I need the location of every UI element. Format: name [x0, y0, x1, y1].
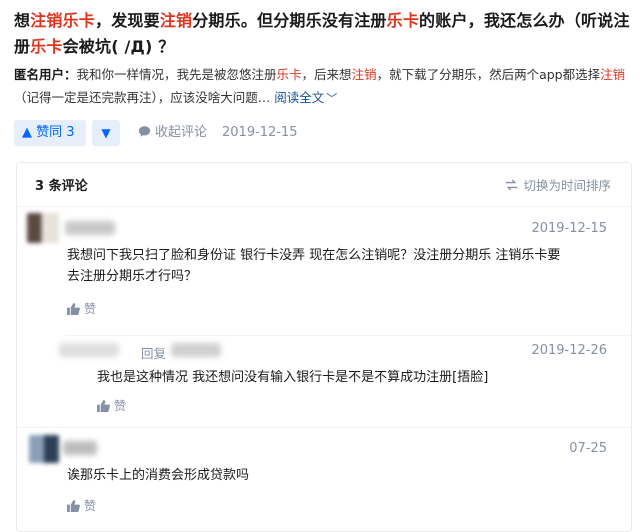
read-more-label: 阅读全文: [274, 90, 325, 105]
answer-author: 匿名用户：: [14, 67, 77, 82]
vote-down-button[interactable]: ▼: [92, 120, 120, 146]
like-button[interactable]: 赞: [97, 397, 126, 414]
thumbs-up-icon: [97, 400, 110, 412]
comment-date: 2019-12-15: [531, 221, 607, 236]
excerpt-part: 我和你一样情况，我先是被忽悠注册: [76, 67, 277, 82]
sort-toggle-button[interactable]: 切换为时间排序: [505, 175, 611, 194]
title-part-highlight: 注销: [159, 11, 193, 30]
comments-count: 3 条评论: [35, 179, 88, 194]
question-title[interactable]: 想注销乐卡，发现要注销分期乐。但分期乐没有注册乐卡的账户，我还怎么办（听说注册乐…: [14, 8, 632, 60]
divider: [17, 427, 631, 428]
comment-text: 我想问下我只扫了脸和身份证 银行卡没弄 现在怎么注销呢？没注册分期乐 注销乐卡要…: [67, 245, 617, 287]
comment-date: 2019-12-26: [531, 343, 607, 358]
avatar[interactable]: [29, 435, 59, 463]
excerpt-part: ，后来想: [301, 67, 352, 82]
username-redacted[interactable]: [63, 441, 97, 455]
comment-text: 诶那乐卡上的消费会形成贷款吗: [67, 468, 250, 483]
excerpt-part: ，就下载了分期乐，然后两个app都选择: [376, 67, 601, 82]
swap-icon: [506, 179, 518, 191]
comments-header: 3 条评论 切换为时间排序: [17, 163, 631, 207]
title-part-highlight: 注销乐卡: [30, 11, 96, 30]
thumbs-up-icon: [67, 303, 80, 315]
like-label: 赞: [84, 499, 97, 513]
chevron-down-icon: ﹀: [326, 92, 338, 105]
read-more-link[interactable]: 阅读全文 ﹀: [274, 90, 337, 105]
sort-toggle-label: 切换为时间排序: [523, 178, 611, 193]
collapse-comments-label: 收起评论: [155, 125, 208, 140]
comment-text: 我也是这种情况 我还想问没有输入银行卡是不是不算成功注册[捂脸]: [97, 370, 489, 385]
username-redacted[interactable]: [65, 221, 115, 235]
comments-panel: 3 条评论 切换为时间排序 2019-12-15 我想问下我只扫了脸和身份证 银…: [16, 162, 632, 532]
reply-label: 回复: [141, 346, 167, 361]
like-label: 赞: [84, 302, 97, 316]
comment-text-line: 去注册分期乐才行吗？: [67, 269, 198, 284]
comment-icon: [138, 126, 151, 137]
title-part-highlight: 乐卡: [30, 37, 63, 56]
answer-date: 2019-12-15: [222, 125, 298, 140]
like-button[interactable]: 赞: [67, 497, 96, 514]
title-part: 会被坑( /Д) ？: [62, 37, 175, 56]
thumbs-up-icon: [67, 500, 80, 512]
comment-item: 07-25 诶那乐卡上的消费会形成贷款吗 赞: [17, 427, 631, 527]
excerpt-part-highlight: 注销: [600, 67, 626, 82]
reply-target-redacted[interactable]: [171, 343, 221, 357]
title-part: ，发现要: [95, 11, 160, 30]
title-part: 分期乐。但分期乐没有注册: [192, 11, 387, 30]
answer-excerpt[interactable]: 匿名用户：我和你一样情况，我先是被忽悠注册乐卡，后来想注销，就下载了分期乐，然后…: [14, 63, 632, 110]
excerpt-part-highlight: 注销: [351, 67, 377, 82]
like-label: 赞: [114, 399, 127, 413]
comment-item: 2019-12-15 我想问下我只扫了脸和身份证 银行卡没弄 现在怎么注销呢？没…: [17, 207, 631, 327]
comment-reply-item: 回复 2019-12-26 我也是这种情况 我还想问没有输入银行卡是不是不算成功…: [17, 335, 631, 425]
collapse-comments-button[interactable]: 收起评论: [138, 120, 207, 146]
excerpt-part-highlight: 乐卡: [276, 67, 302, 82]
title-part: 想: [14, 11, 31, 30]
divider: [65, 335, 631, 336]
like-button[interactable]: 赞: [67, 300, 96, 317]
username-redacted[interactable]: [59, 343, 119, 357]
vote-up-button[interactable]: ▲ 赞同 3: [14, 120, 86, 146]
avatar[interactable]: [27, 213, 59, 243]
comment-text-line: 我想问下我只扫了脸和身份证 银行卡没弄 现在怎么注销呢？没注册分期乐 注销乐卡要: [67, 248, 561, 263]
title-part-highlight: 乐卡: [386, 11, 420, 30]
excerpt-part: （记得一定是还完款再注），应该没啥大问题…: [14, 90, 271, 105]
comment-date: 07-25: [569, 441, 607, 456]
